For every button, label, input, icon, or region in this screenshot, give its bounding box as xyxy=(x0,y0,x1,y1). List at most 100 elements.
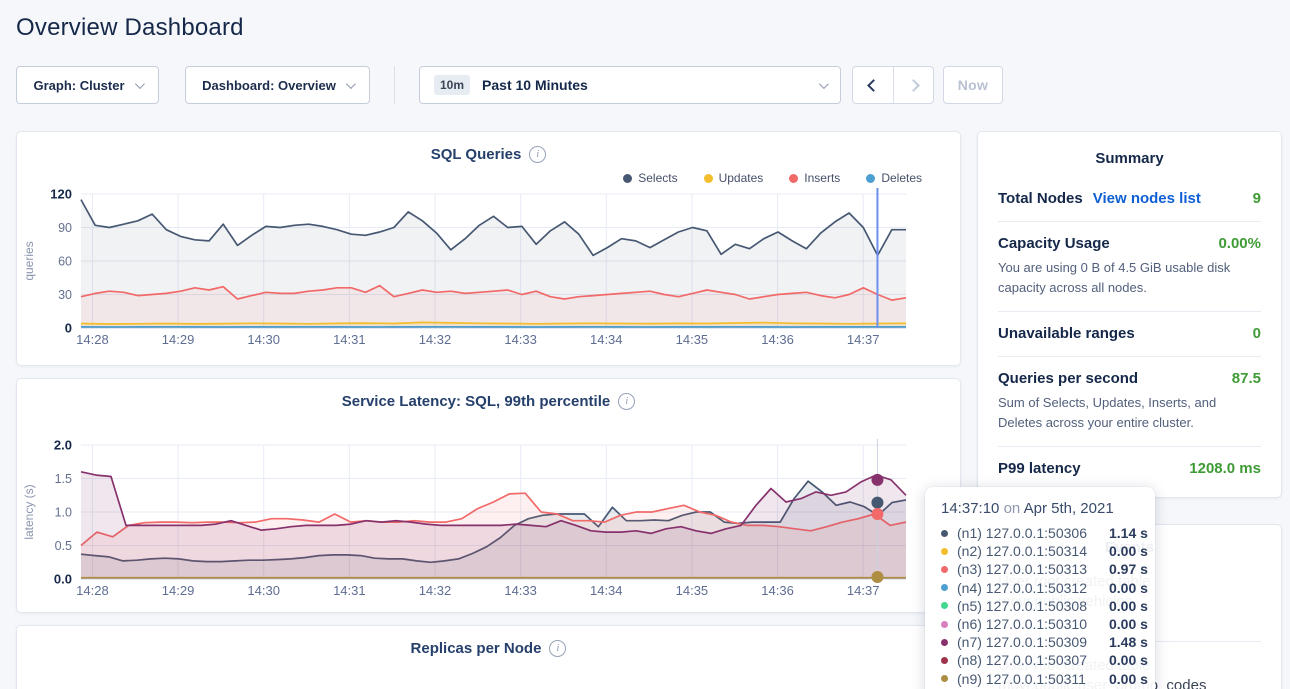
svg-text:queries: queries xyxy=(22,241,36,280)
sql-queries-chart-title: SQL Queries xyxy=(431,146,522,163)
svg-text:14:34: 14:34 xyxy=(590,583,623,598)
svg-text:1.5: 1.5 xyxy=(55,472,72,486)
total-nodes-label: Total Nodes xyxy=(998,190,1083,207)
unavailable-ranges-value: 0 xyxy=(1253,325,1261,342)
svg-text:14:32: 14:32 xyxy=(419,583,452,598)
capacity-usage-description: You are using 0 B of 4.5 GiB usable disk… xyxy=(998,258,1261,297)
graph-dropdown-label: Graph: Cluster xyxy=(33,78,124,93)
chevron-left-icon xyxy=(867,79,880,92)
svg-text:latency (s): latency (s) xyxy=(22,484,36,539)
summary-panel: Summary Total Nodes View nodes list 9 Ca… xyxy=(977,131,1282,498)
svg-text:14:30: 14:30 xyxy=(247,583,280,598)
unavailable-ranges-row: Unavailable ranges 0 xyxy=(998,311,1261,356)
time-range-selector[interactable]: 10m Past 10 Minutes xyxy=(419,66,841,104)
svg-text:2.0: 2.0 xyxy=(54,438,72,453)
node-color-dot xyxy=(941,530,948,537)
svg-text:14:36: 14:36 xyxy=(761,332,794,347)
node-color-dot xyxy=(941,639,948,646)
next-time-button[interactable] xyxy=(893,67,933,103)
tooltip-node-row: (n3) 127.0.0.1:503130.97 s xyxy=(941,560,1139,578)
svg-text:14:37: 14:37 xyxy=(847,332,880,347)
svg-text:14:35: 14:35 xyxy=(676,583,709,598)
p99-latency-value: 1208.0 ms xyxy=(1189,460,1261,477)
replicas-chart[interactable] xyxy=(17,658,962,689)
tooltip-timestamp: 14:37:10 on Apr 5th, 2021 xyxy=(941,500,1139,517)
queries-per-second-row: Queries per second 87.5 Sum of Selects, … xyxy=(998,356,1261,446)
tooltip-node-row: (n9) 127.0.0.1:503110.00 s xyxy=(941,670,1139,688)
dashboard-dropdown-label: Dashboard: Overview xyxy=(202,78,336,93)
node-color-dot xyxy=(941,675,948,682)
legend-item-inserts[interactable]: Inserts xyxy=(789,171,840,185)
prev-time-button[interactable] xyxy=(853,67,893,103)
tooltip-node-row: (n5) 127.0.0.1:503080.00 s xyxy=(941,597,1139,615)
p99-latency-row: P99 latency 1208.0 ms xyxy=(998,446,1261,491)
chevron-right-icon xyxy=(907,79,920,92)
dashboard-dropdown[interactable]: Dashboard: Overview xyxy=(185,66,370,104)
svg-text:14:33: 14:33 xyxy=(504,332,537,347)
total-nodes-value: 9 xyxy=(1253,190,1261,207)
service-latency-chart-card: Service Latency: SQL, 99th percentile i … xyxy=(16,378,961,613)
legend-item-selects[interactable]: Selects xyxy=(623,171,677,185)
node-color-dot xyxy=(941,584,948,591)
legend-dot xyxy=(866,174,875,183)
svg-text:0.0: 0.0 xyxy=(54,572,72,587)
svg-text:30: 30 xyxy=(58,288,72,302)
capacity-usage-value: 0.00% xyxy=(1218,235,1261,252)
charts-column: SQL Queries i Selects Updates Inserts Delet… xyxy=(16,131,961,689)
service-latency-chart[interactable]: 0.0 0.5 1.0 1.5 2.0 14:28 14:29 14:30 14:31 14:32… xyxy=(17,425,962,617)
time-range-label: Past 10 Minutes xyxy=(482,77,588,93)
node-color-dot xyxy=(941,621,948,628)
replicas-chart-title: Replicas per Node xyxy=(411,640,542,657)
svg-text:0: 0 xyxy=(65,321,72,336)
svg-text:14:29: 14:29 xyxy=(162,583,195,598)
svg-text:14:37: 14:37 xyxy=(847,583,880,598)
svg-text:14:29: 14:29 xyxy=(162,332,195,347)
info-icon[interactable]: i xyxy=(549,640,566,657)
tooltip-node-row: (n8) 127.0.0.1:503070.00 s xyxy=(941,651,1139,669)
svg-text:14:35: 14:35 xyxy=(676,332,709,347)
svg-text:14:34: 14:34 xyxy=(590,332,623,347)
svg-text:14:32: 14:32 xyxy=(419,332,452,347)
replicas-chart-card: Replicas per Node i xyxy=(16,625,961,689)
chevron-down-icon xyxy=(134,79,144,89)
unavailable-ranges-label: Unavailable ranges xyxy=(998,325,1135,342)
capacity-usage-label: Capacity Usage xyxy=(998,235,1110,252)
page-title: Overview Dashboard xyxy=(16,14,1290,42)
svg-text:14:28: 14:28 xyxy=(76,583,109,598)
queries-per-second-value: 87.5 xyxy=(1232,370,1261,387)
now-button[interactable]: Now xyxy=(943,66,1003,104)
svg-text:14:31: 14:31 xyxy=(333,583,366,598)
node-color-dot xyxy=(941,566,948,573)
capacity-usage-row: Capacity Usage 0.00% You are using 0 B o… xyxy=(998,221,1261,311)
svg-text:14:28: 14:28 xyxy=(76,332,109,347)
graph-dropdown[interactable]: Graph: Cluster xyxy=(16,66,159,104)
svg-text:14:30: 14:30 xyxy=(247,332,280,347)
tooltip-node-row: (n1) 127.0.0.1:503061.14 s xyxy=(941,524,1139,542)
tooltip-node-row: (n2) 127.0.0.1:503140.00 s xyxy=(941,542,1139,560)
tooltip-node-row: (n4) 127.0.0.1:503120.00 s xyxy=(941,579,1139,597)
info-icon[interactable]: i xyxy=(529,146,546,163)
time-range-badge: 10m xyxy=(434,75,470,95)
chevron-down-icon xyxy=(819,79,829,89)
node-color-dot xyxy=(941,548,948,555)
queries-per-second-description: Sum of Selects, Updates, Inserts, and De… xyxy=(998,393,1261,432)
time-step-buttons xyxy=(852,66,934,104)
tooltip-node-row: (n7) 127.0.0.1:503091.48 s xyxy=(941,633,1139,651)
svg-text:14:31: 14:31 xyxy=(333,332,366,347)
total-nodes-row: Total Nodes View nodes list 9 xyxy=(998,177,1261,221)
controls-row: Graph: Cluster Dashboard: Overview 10m P… xyxy=(16,66,1274,104)
svg-text:0.5: 0.5 xyxy=(55,539,72,553)
sql-queries-chart-card: SQL Queries i Selects Updates Inserts Delet… xyxy=(16,131,961,366)
view-nodes-list-link[interactable]: View nodes list xyxy=(1093,190,1201,207)
node-color-dot xyxy=(941,657,948,664)
summary-title: Summary xyxy=(998,134,1261,177)
service-latency-chart-title: Service Latency: SQL, 99th percentile xyxy=(342,393,610,410)
info-icon[interactable]: i xyxy=(618,393,635,410)
sql-queries-chart[interactable]: 030609012014:2814:2914:3014:3114:3214:33… xyxy=(17,186,962,364)
legend-item-deletes[interactable]: Deletes xyxy=(866,171,922,185)
legend-item-updates[interactable]: Updates xyxy=(704,171,764,185)
legend-dot xyxy=(623,174,632,183)
chevron-down-icon xyxy=(346,79,356,89)
svg-text:1.0: 1.0 xyxy=(55,506,72,520)
svg-text:60: 60 xyxy=(58,255,72,269)
